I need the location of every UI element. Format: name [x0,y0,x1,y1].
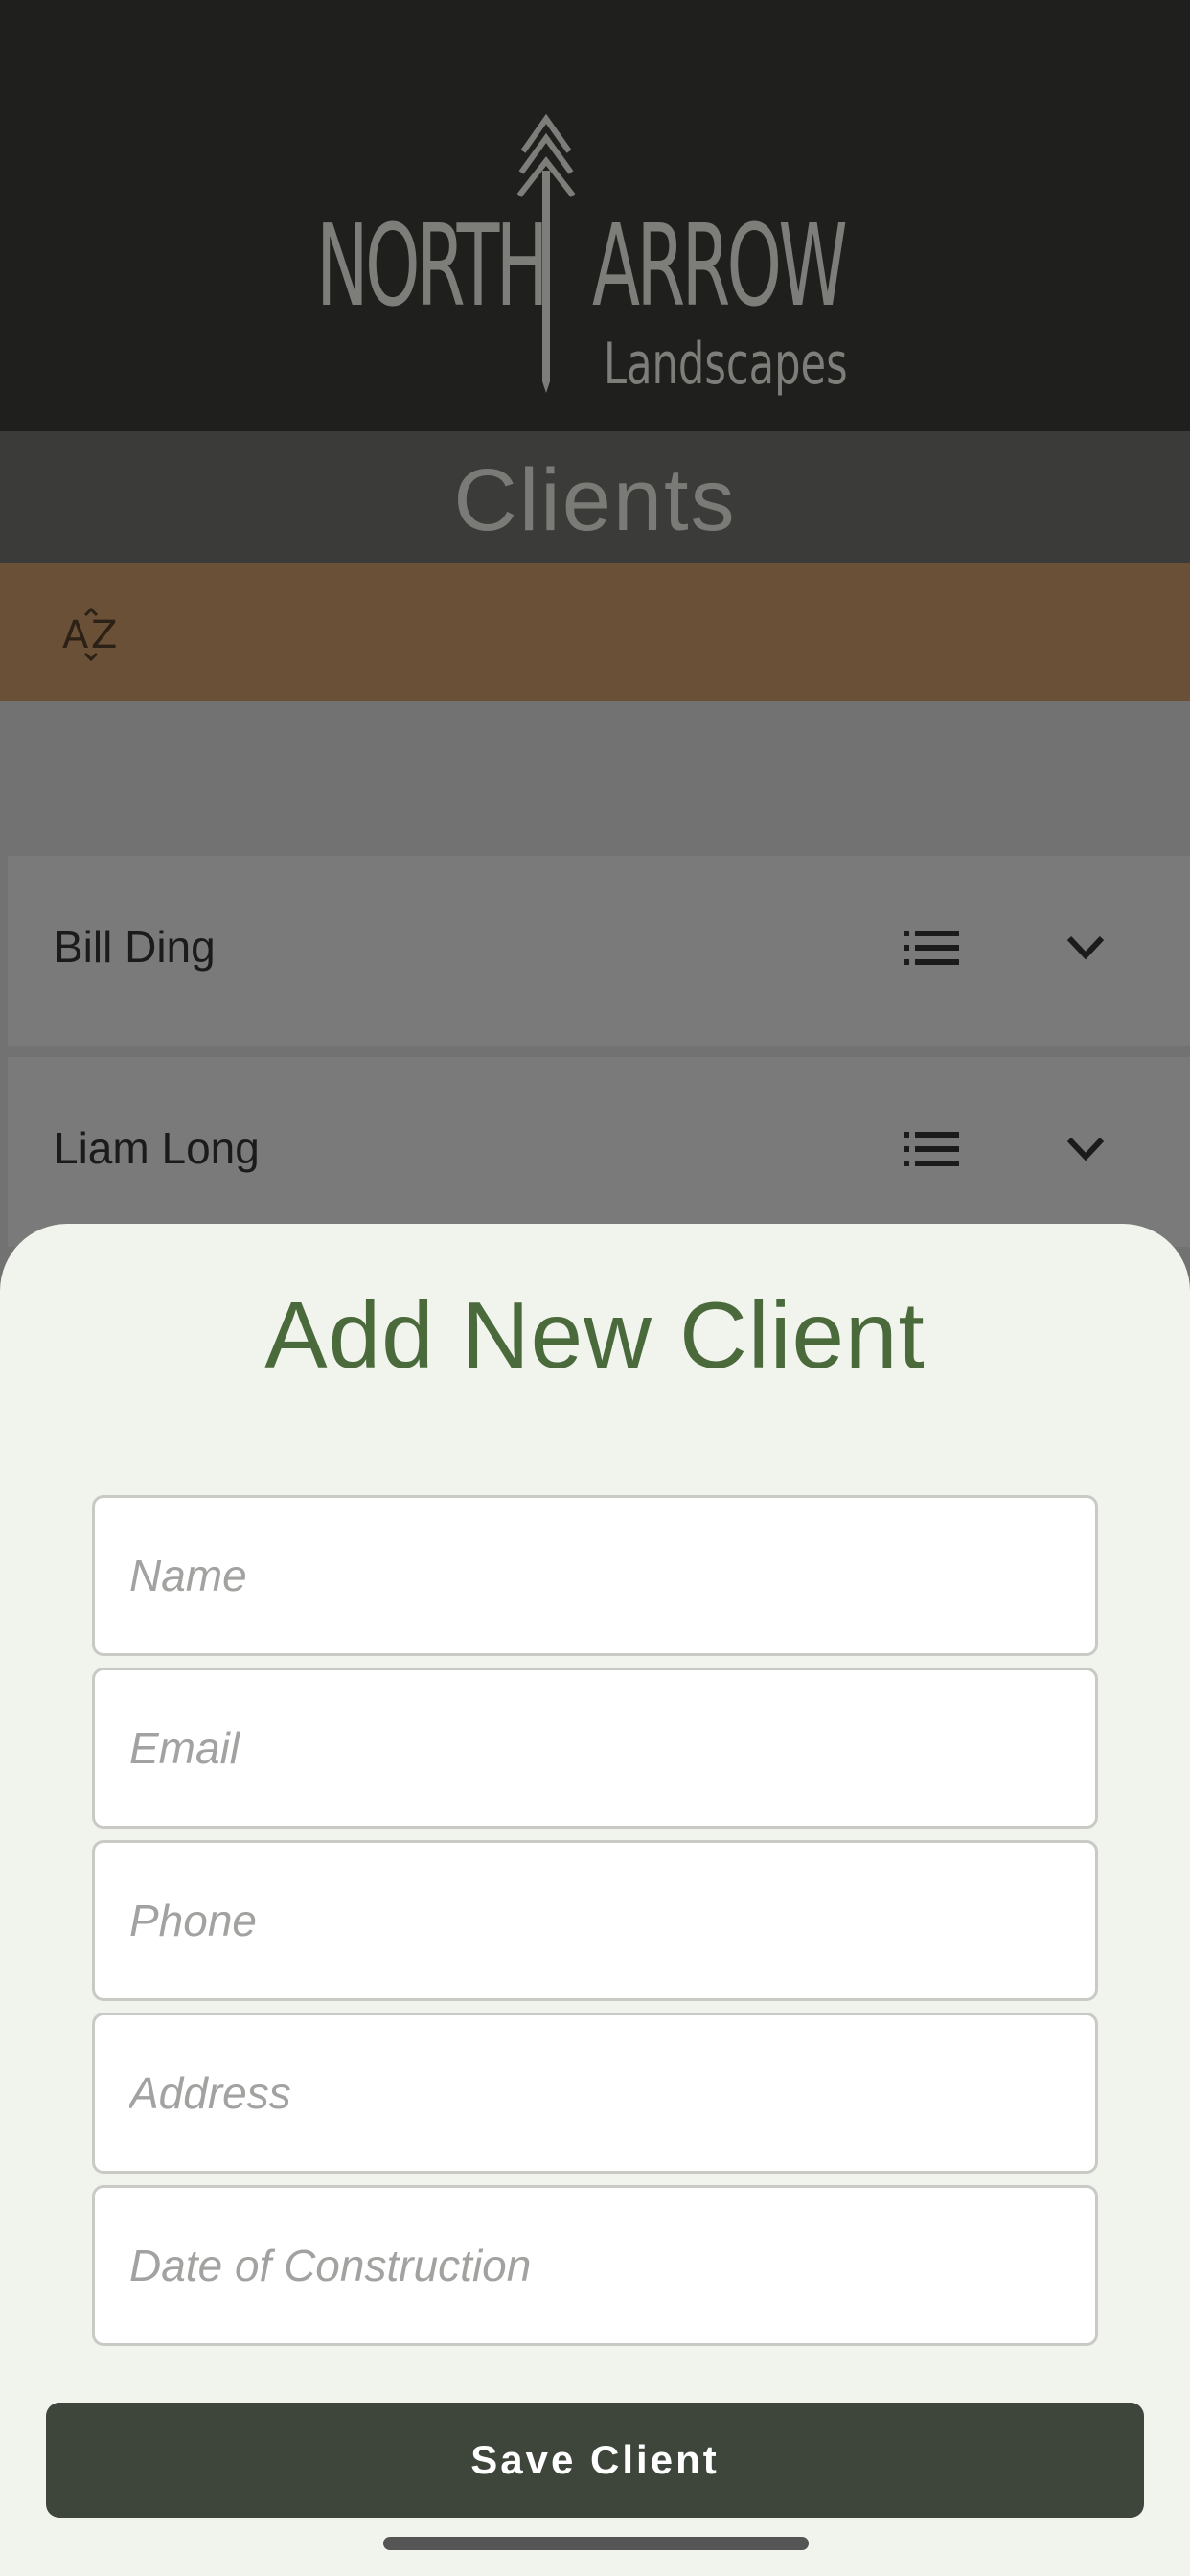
logo-subtitle: Landscapes [604,331,848,398]
chevron-down-icon[interactable] [1062,929,1110,967]
phone-field[interactable] [92,1840,1098,2001]
client-row[interactable]: Bill Ding [8,856,1190,1046]
email-field[interactable] [92,1668,1098,1828]
page-title-bar: Clients [0,431,1190,564]
tree-arrow-icon [516,113,576,393]
sort-az-button[interactable]: A Z [56,602,132,665]
save-client-button[interactable]: Save Client [46,2403,1144,2518]
svg-text:Z: Z [91,613,117,657]
client-name: Liam Long [54,1123,260,1173]
add-client-sheet: Add New Client Save Client [0,1224,1190,2576]
sheet-title: Add New Client [264,1282,926,1388]
date-of-construction-field[interactable] [92,2185,1098,2346]
page-title: Clients [453,451,737,549]
sort-az-icon: A Z [62,607,117,662]
home-indicator[interactable] [383,2537,809,2550]
app-header: NORTH ARROW Landscapes [0,0,1190,431]
address-field[interactable] [92,2012,1098,2174]
client-row[interactable]: Liam Long [8,1057,1190,1247]
list-toolbar: A Z [0,564,1190,701]
logo-word-arrow: ARROW [592,199,848,332]
name-field[interactable] [92,1495,1098,1656]
northarrow-logo: NORTH ARROW Landscapes [316,113,872,401]
list-icon[interactable] [904,1130,959,1168]
list-icon[interactable] [904,929,959,967]
client-name: Bill Ding [54,922,216,972]
svg-text:A: A [62,613,89,657]
chevron-down-icon[interactable] [1062,1130,1110,1168]
